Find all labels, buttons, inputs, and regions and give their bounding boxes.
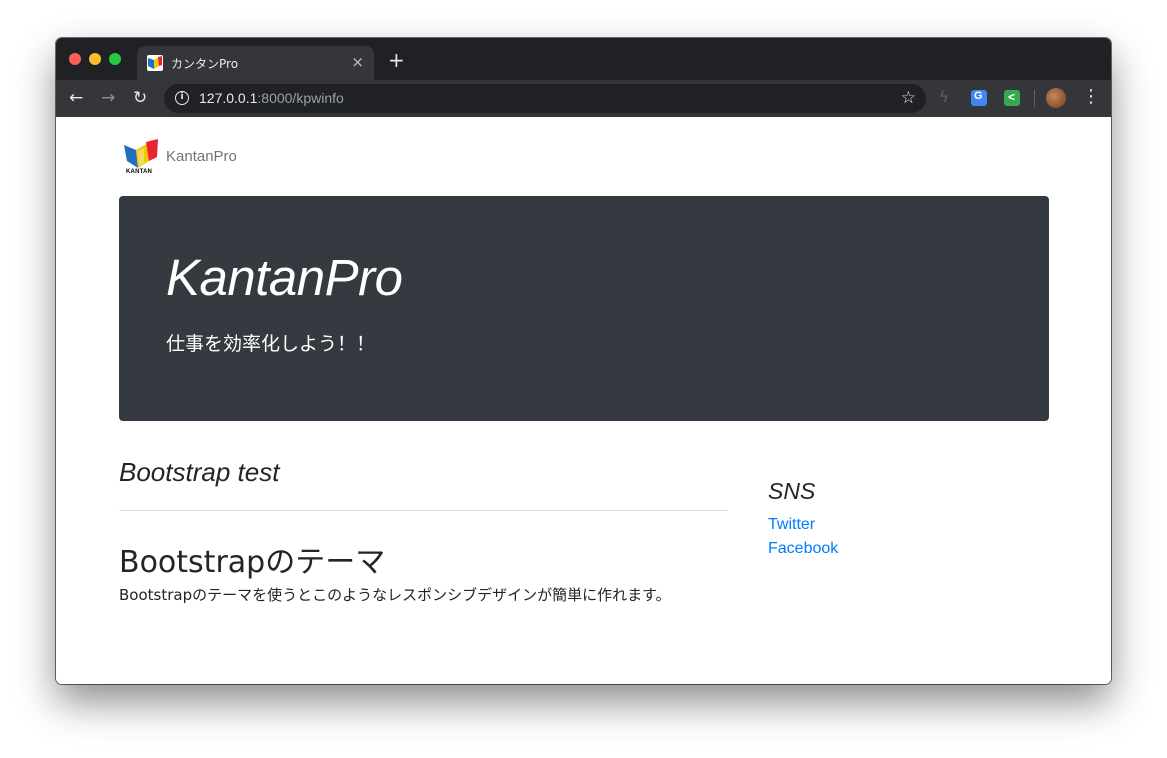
zoom-window-button[interactable] [109,53,121,65]
lightning-extension-icon[interactable]: ϟ [939,88,955,106]
facebook-link[interactable]: Facebook [768,540,838,558]
jumbotron-title: KantanPro [166,249,403,306]
profile-avatar[interactable] [1046,88,1066,108]
web-page: KANTAN KantanPro KantanPro 仕事を効率化しよう！！ B… [56,117,1111,684]
brand-name[interactable]: KantanPro [166,148,237,165]
jumbotron-lead: 仕事を効率化しよう！！ [166,333,376,355]
bookmark-star-icon[interactable]: ☆ [901,88,916,108]
new-tab-button[interactable]: + [388,50,405,70]
close-window-button[interactable] [69,53,81,65]
twitter-link[interactable]: Twitter [768,516,815,534]
browser-menu-icon[interactable]: ⋮ [1082,86,1100,108]
section-divider [119,510,728,511]
sns-heading: SNS [768,478,816,504]
address-bar[interactable]: i 127.0.0.1:8000/kpwinfo ☆ [164,84,926,113]
tab-strip: カンタンPro × + [56,38,1111,80]
tab-kantanpro[interactable]: カンタンPro × [137,46,374,80]
tab-title: カンタンPro [171,57,239,71]
share-extension-icon[interactable] [1004,90,1020,106]
browser-toolbar: ← → ↻ i 127.0.0.1:8000/kpwinfo ☆ ϟ ⋮ [56,80,1111,117]
site-favicon-icon [147,55,163,71]
toolbar-divider [1034,90,1035,107]
kantan-logo-icon: KANTAN [122,137,162,177]
back-button[interactable]: ← [69,88,83,108]
site-info-icon[interactable]: i [175,91,189,105]
section-title: Bootstrap test [119,457,280,487]
address-url[interactable]: 127.0.0.1:8000/kpwinfo [199,90,344,106]
url-path: :8000/kpwinfo [257,90,344,106]
reload-button[interactable]: ↻ [133,88,147,108]
logo-caption: KANTAN [126,169,153,175]
minimize-window-button[interactable] [89,53,101,65]
post-title: Bootstrapのテーマ [119,545,386,580]
google-translate-extension-icon[interactable] [971,90,987,106]
url-host: 127.0.0.1 [199,90,258,106]
browser-window: カンタンPro × + ← → ↻ i 127.0.0.1:8000/kpwin… [56,38,1111,684]
close-tab-icon[interactable]: × [351,53,364,71]
forward-button[interactable]: → [101,88,115,108]
post-body: Bootstrapのテーマを使うとこのようなレスポンシブデザインが簡単に作れます… [119,586,671,604]
jumbotron: KantanPro 仕事を効率化しよう！！ [119,196,1049,421]
